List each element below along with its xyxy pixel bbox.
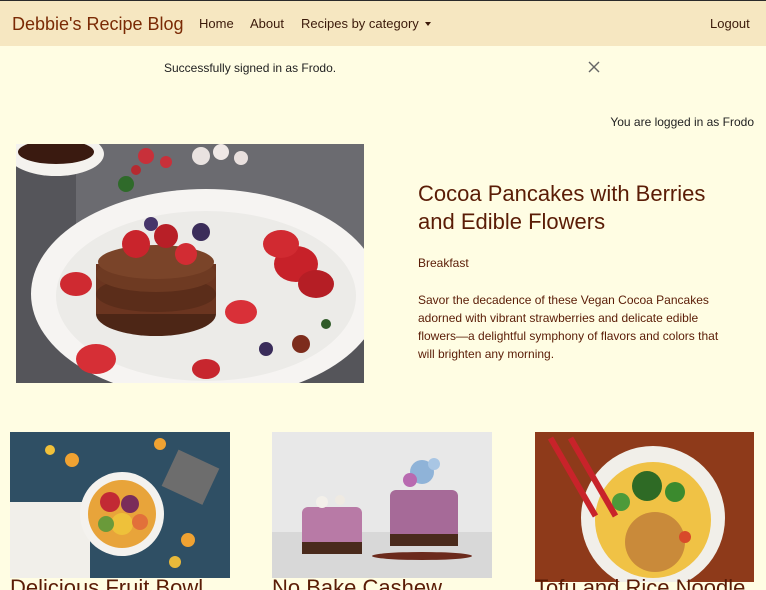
nav-recipes-by-category[interactable]: Recipes by category	[301, 16, 431, 31]
recipe-card-image[interactable]	[272, 432, 492, 578]
recipe-card-image[interactable]	[535, 432, 754, 582]
recipe-card-image[interactable]	[10, 432, 230, 578]
navbar: Debbie's Recipe Blog Home About Recipes …	[0, 0, 766, 46]
nav-recipes-by-category-label: Recipes by category	[301, 16, 419, 31]
nav-about[interactable]: About	[250, 16, 284, 31]
brand-link[interactable]: Debbie's Recipe Blog	[12, 14, 184, 35]
featured-recipe-description: Savor the decadence of these Vegan Cocoa…	[418, 293, 719, 361]
recipe-card-title[interactable]: Delicious Fruit Bowl	[10, 575, 203, 590]
featured-recipe-image[interactable]	[16, 144, 364, 383]
nav-home[interactable]: Home	[199, 16, 234, 31]
logout-link[interactable]: Logout	[710, 16, 750, 31]
close-icon[interactable]	[587, 60, 601, 74]
caret-down-icon	[424, 22, 431, 26]
alert-message: Successfully signed in as Frodo.	[164, 61, 337, 75]
featured-recipe-title[interactable]: Cocoa Pancakes with Berries and Edible F…	[418, 180, 738, 236]
logged-in-status: You are logged in as Frodo	[610, 115, 754, 129]
featured-recipe-category: Breakfast	[418, 256, 469, 270]
recipe-card-title[interactable]: No Bake Cashew	[272, 575, 442, 590]
recipe-card-title[interactable]: Tofu and Rice Noodle	[535, 575, 745, 590]
